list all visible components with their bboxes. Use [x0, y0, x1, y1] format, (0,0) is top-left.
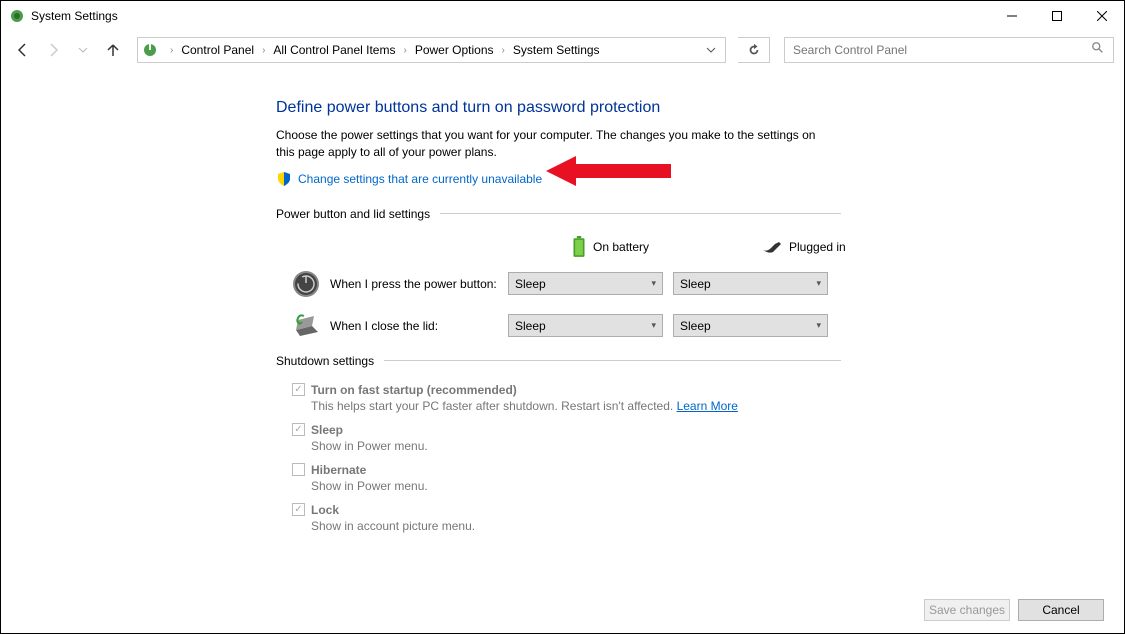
window-title: System Settings [31, 9, 1116, 23]
shield-icon [276, 171, 292, 187]
search-input[interactable] [793, 43, 1091, 57]
breadcrumb-item[interactable]: Control Panel [179, 43, 256, 57]
breadcrumb-item[interactable]: System Settings [511, 43, 602, 57]
select-lid-plugged[interactable]: Sleep▾ [673, 314, 828, 337]
power-button-icon [292, 270, 320, 298]
search-box[interactable] [784, 37, 1114, 63]
page-description: Choose the power settings that you want … [276, 127, 836, 161]
chevron-down-icon: ▾ [816, 278, 821, 289]
chevron-right-icon: › [397, 45, 412, 56]
col-on-battery: On battery [571, 236, 661, 258]
address-bar[interactable]: › Control Panel › All Control Panel Item… [137, 37, 726, 63]
chevron-down-icon: ▾ [651, 278, 656, 289]
laptop-lid-icon [292, 312, 320, 340]
recent-dropdown[interactable] [71, 38, 95, 62]
change-settings-link-text: Change settings that are currently unava… [298, 172, 542, 186]
content-area: Define power buttons and turn on passwor… [1, 69, 851, 533]
footer-buttons: Save changes Cancel [924, 599, 1104, 621]
minimize-button[interactable] [989, 1, 1034, 31]
settings-icon [9, 8, 25, 24]
close-button[interactable] [1079, 1, 1124, 31]
battery-icon [571, 236, 587, 258]
breadcrumb-item[interactable]: All Control Panel Items [271, 43, 397, 57]
chevron-right-icon: › [256, 45, 271, 56]
row-power-button: When I press the power button: Sleep▾ Sl… [292, 270, 851, 298]
search-icon [1091, 41, 1105, 60]
shutdown-item-hibernate: Hibernate Show in Power menu. [292, 463, 851, 493]
address-dropdown-button[interactable] [701, 45, 721, 55]
power-options-icon [142, 42, 158, 58]
row-label: When I press the power button: [330, 277, 508, 291]
chevron-right-icon: › [164, 45, 179, 56]
chevron-down-icon: ▾ [651, 320, 656, 331]
checkbox-lock: ✓ [292, 503, 305, 516]
change-settings-link[interactable]: Change settings that are currently unava… [276, 171, 851, 187]
chevron-right-icon: › [496, 45, 511, 56]
select-lid-battery[interactable]: Sleep▾ [508, 314, 663, 337]
up-button[interactable] [101, 38, 125, 62]
learn-more-link[interactable]: Learn More [677, 399, 738, 413]
row-label: When I close the lid: [330, 319, 508, 333]
checkbox-fast-startup: ✓ [292, 383, 305, 396]
select-power-plugged[interactable]: Sleep▾ [673, 272, 828, 295]
maximize-button[interactable] [1034, 1, 1079, 31]
save-button: Save changes [924, 599, 1010, 621]
checkbox-hibernate [292, 463, 305, 476]
cancel-button[interactable]: Cancel [1018, 599, 1104, 621]
breadcrumb-item[interactable]: Power Options [413, 43, 496, 57]
shutdown-item-sleep: ✓ Sleep Show in Power menu. [292, 423, 851, 453]
row-close-lid: When I close the lid: Sleep▾ Sleep▾ [292, 312, 851, 340]
shutdown-item-lock: ✓ Lock Show in account picture menu. [292, 503, 851, 533]
section-power-button-label: Power button and lid settings [276, 207, 841, 221]
shutdown-item-fast-startup: ✓ Turn on fast startup (recommended) Thi… [292, 383, 851, 413]
refresh-button[interactable] [738, 37, 770, 63]
checkbox-sleep: ✓ [292, 423, 305, 436]
select-power-battery[interactable]: Sleep▾ [508, 272, 663, 295]
titlebar: System Settings [1, 1, 1124, 31]
page-heading: Define power buttons and turn on passwor… [276, 99, 851, 117]
section-shutdown-label: Shutdown settings [276, 354, 841, 368]
column-headers: On battery Plugged in [511, 236, 851, 258]
toolbar: › Control Panel › All Control Panel Item… [1, 31, 1124, 69]
back-button[interactable] [11, 38, 35, 62]
plug-icon [761, 240, 783, 254]
forward-button[interactable] [41, 38, 65, 62]
col-plugged-in: Plugged in [761, 236, 851, 258]
chevron-down-icon: ▾ [816, 320, 821, 331]
